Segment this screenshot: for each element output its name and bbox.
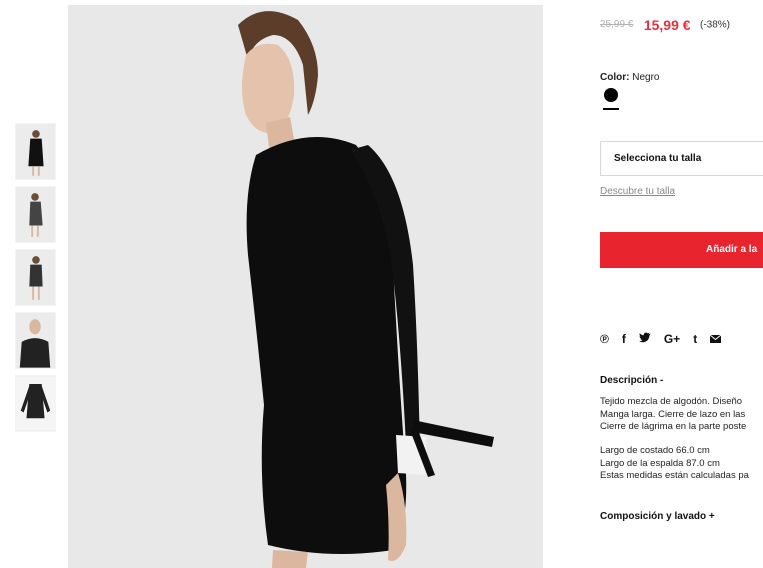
google-plus-icon[interactable]: G+ — [664, 332, 680, 346]
product-main-image — [68, 5, 543, 568]
size-select[interactable]: Selecciona tu talla — [600, 141, 763, 176]
color-swatch-black[interactable] — [604, 88, 618, 102]
description-text: Tejido mezcla de algodón. Diseño Manga l… — [600, 396, 746, 434]
color-label-key: Color: — [600, 72, 630, 83]
social-share-bar: ℗ f G+ t — [600, 332, 734, 346]
color-label: Color: Negro — [600, 72, 659, 83]
thumbnail-3[interactable] — [15, 249, 56, 306]
discount-badge: (-38%) — [700, 19, 731, 31]
description-line: Cierre de lágrima en la parte poste — [600, 421, 747, 432]
description-line: Manga larga. Cierre de lazo en las — [600, 408, 746, 420]
color-label-value: Negro — [632, 72, 660, 83]
email-icon[interactable] — [709, 332, 722, 346]
selected-swatch-indicator — [603, 108, 619, 110]
measurement-line: Largo de la espalda 87.0 cm — [600, 457, 720, 469]
thumbnail-list — [15, 123, 56, 438]
description-line: Tejido mezcla de algodón. Diseño — [600, 396, 743, 407]
composition-toggle[interactable]: Composición y lavado + — [600, 511, 715, 522]
thumbnail-1[interactable] — [15, 123, 56, 180]
description-title[interactable]: Descripción - — [600, 375, 663, 386]
tumblr-icon[interactable]: t — [693, 332, 697, 346]
thumbnail-4[interactable] — [15, 312, 56, 369]
twitter-icon[interactable] — [638, 332, 651, 346]
pinterest-icon[interactable]: ℗ — [600, 332, 609, 346]
price-row: 25,99 € 15,99 € (-38%) — [600, 16, 730, 34]
product-info-panel: 25,99 € 15,99 € (-38%) Color: Negro Sele… — [600, 0, 763, 568]
old-price: 25,99 € — [600, 19, 634, 31]
thumbnail-2[interactable] — [15, 186, 56, 243]
size-guide-link[interactable]: Descubre tu talla — [600, 186, 675, 197]
measurements-text: Largo de costado 66.0 cm Largo de la esp… — [600, 445, 749, 483]
sale-price: 15,99 € — [643, 16, 691, 33]
thumbnail-5[interactable] — [15, 375, 56, 432]
add-to-cart-button[interactable]: Añadir a la — [600, 232, 763, 268]
measurement-line: Estas medidas están calculadas pa — [600, 470, 749, 481]
facebook-icon[interactable]: f — [622, 332, 626, 346]
measurement-line: Largo de costado 66.0 cm — [600, 445, 710, 456]
